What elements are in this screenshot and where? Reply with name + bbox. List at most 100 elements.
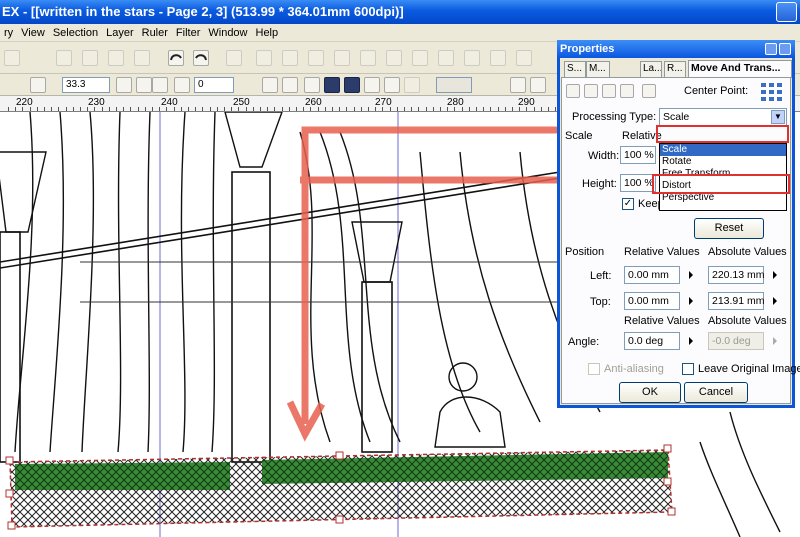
paste-icon[interactable]: [108, 50, 124, 66]
chevron-down-icon[interactable]: ▼: [771, 110, 785, 124]
menu-filter[interactable]: Filter: [172, 27, 204, 39]
flip-horizontal-icon[interactable]: [620, 84, 634, 98]
minimize-icon[interactable]: [765, 43, 777, 55]
ruler-tick: [534, 107, 535, 111]
print-icon[interactable]: [226, 50, 242, 66]
ok-button[interactable]: OK: [619, 382, 681, 403]
tab-r[interactable]: R...: [664, 61, 686, 77]
ruler-tick: [224, 107, 225, 111]
processing-type-value: Scale: [663, 111, 690, 123]
ruler-label: 260: [305, 97, 322, 108]
option-scale[interactable]: Scale: [660, 144, 786, 156]
tab-s[interactable]: S...: [564, 61, 586, 77]
layer-icon[interactable]: [510, 77, 526, 93]
angle-relative-input[interactable]: 0.0 deg: [624, 332, 680, 350]
tab-m[interactable]: M...: [586, 61, 610, 77]
page-icon[interactable]: [412, 50, 428, 66]
center-point-grid-icon[interactable]: [760, 82, 784, 102]
arrow-right-icon[interactable]: [773, 297, 777, 305]
distort-icon[interactable]: [344, 77, 360, 93]
undo-icon[interactable]: [168, 50, 184, 66]
cut-icon[interactable]: [56, 50, 72, 66]
processing-type-select[interactable]: Scale ▼: [659, 108, 787, 126]
ruler-tick: [274, 107, 275, 111]
page-icon[interactable]: [490, 50, 506, 66]
arrow-right-icon[interactable]: [689, 337, 693, 345]
redo-icon[interactable]: [584, 84, 598, 98]
flip-vertical-icon[interactable]: [602, 84, 616, 98]
ruler-tick: [325, 107, 326, 111]
square-icon[interactable]: [152, 77, 168, 93]
page-icon[interactable]: [308, 50, 324, 66]
width-input[interactable]: 100 %: [620, 146, 656, 164]
fit-icon[interactable]: [642, 84, 656, 98]
page-icon[interactable]: [386, 50, 402, 66]
ruler-tick: [238, 107, 239, 111]
ruler-tick: [44, 107, 45, 111]
cancel-button[interactable]: Cancel: [684, 382, 748, 403]
ruler-tick: [195, 107, 196, 111]
left-relative-input[interactable]: 0.00 mm: [624, 266, 680, 284]
ruler-tick: [433, 107, 434, 111]
ruler-tick: [166, 107, 167, 111]
tab-la[interactable]: La...: [640, 61, 662, 77]
free-transform-icon[interactable]: [324, 77, 340, 93]
ruler-tick: [51, 107, 52, 111]
close-icon[interactable]: [779, 43, 791, 55]
rotate-icon[interactable]: [136, 77, 152, 93]
arrow-right-icon[interactable]: [689, 271, 693, 279]
color-icon[interactable]: [530, 77, 546, 93]
keep-aspect-checkbox[interactable]: ✓: [622, 198, 634, 210]
grid-icon[interactable]: [384, 77, 400, 93]
copy-icon[interactable]: [82, 50, 98, 66]
flip-vertical-icon[interactable]: [282, 77, 298, 93]
menu-layer[interactable]: Layer: [102, 27, 138, 39]
option-rotate[interactable]: Rotate: [660, 156, 786, 168]
perspective-icon[interactable]: [364, 77, 380, 93]
page-icon[interactable]: [516, 50, 532, 66]
menu-partial[interactable]: ry: [0, 27, 17, 39]
page-icon[interactable]: [282, 50, 298, 66]
ruler-tick: [15, 107, 16, 111]
unused-field[interactable]: [436, 77, 472, 93]
select-icon[interactable]: [30, 77, 46, 93]
zoom-input[interactable]: 33.3: [62, 77, 110, 93]
page-icon[interactable]: [438, 50, 454, 66]
tab-move-and-transform[interactable]: Move And Trans...: [688, 60, 792, 78]
delete-icon[interactable]: [134, 50, 150, 66]
ruler-tick: [462, 107, 463, 111]
top-relative-input[interactable]: 0.00 mm: [624, 292, 680, 310]
reset-button[interactable]: Reset: [694, 218, 764, 239]
menu-window[interactable]: Window: [204, 27, 251, 39]
ruler-tick: [102, 107, 103, 111]
height-input[interactable]: 100 %: [620, 174, 656, 192]
top-absolute-input[interactable]: 213.91 mm: [708, 292, 765, 310]
page-icon[interactable]: [334, 50, 350, 66]
menu-view[interactable]: View: [17, 27, 49, 39]
angle-label: Angle:: [568, 336, 600, 348]
page-icon[interactable]: [256, 50, 272, 66]
rotate-left-icon[interactable]: [174, 77, 190, 93]
tool-icon[interactable]: [4, 50, 20, 66]
rotate-input[interactable]: 0: [194, 77, 234, 93]
arrow-right-icon[interactable]: [689, 297, 693, 305]
flip-horizontal-icon[interactable]: [262, 77, 278, 93]
ruler-tick: [454, 107, 455, 111]
menu-ruler[interactable]: Ruler: [138, 27, 172, 39]
leave-original-checkbox[interactable]: [682, 363, 694, 375]
minimize-button[interactable]: [776, 2, 797, 22]
transform-icon[interactable]: [304, 77, 320, 93]
relative-values-label: Relative Values: [624, 246, 700, 258]
undo-icon[interactable]: [566, 84, 580, 98]
page-icon[interactable]: [464, 50, 480, 66]
snap-icon[interactable]: [404, 77, 420, 93]
menu-selection[interactable]: Selection: [49, 27, 102, 39]
window-title-bar: EX - [[written in the stars - Page 2, 3]…: [0, 0, 800, 24]
redo-icon[interactable]: [193, 50, 209, 66]
menu-help[interactable]: Help: [252, 27, 283, 39]
flip-icon[interactable]: [116, 77, 132, 93]
arrow-right-icon[interactable]: [773, 271, 777, 279]
left-absolute-input[interactable]: 220.13 mm: [708, 266, 765, 284]
page-icon[interactable]: [360, 50, 376, 66]
arrow-right-icon: [773, 337, 777, 345]
